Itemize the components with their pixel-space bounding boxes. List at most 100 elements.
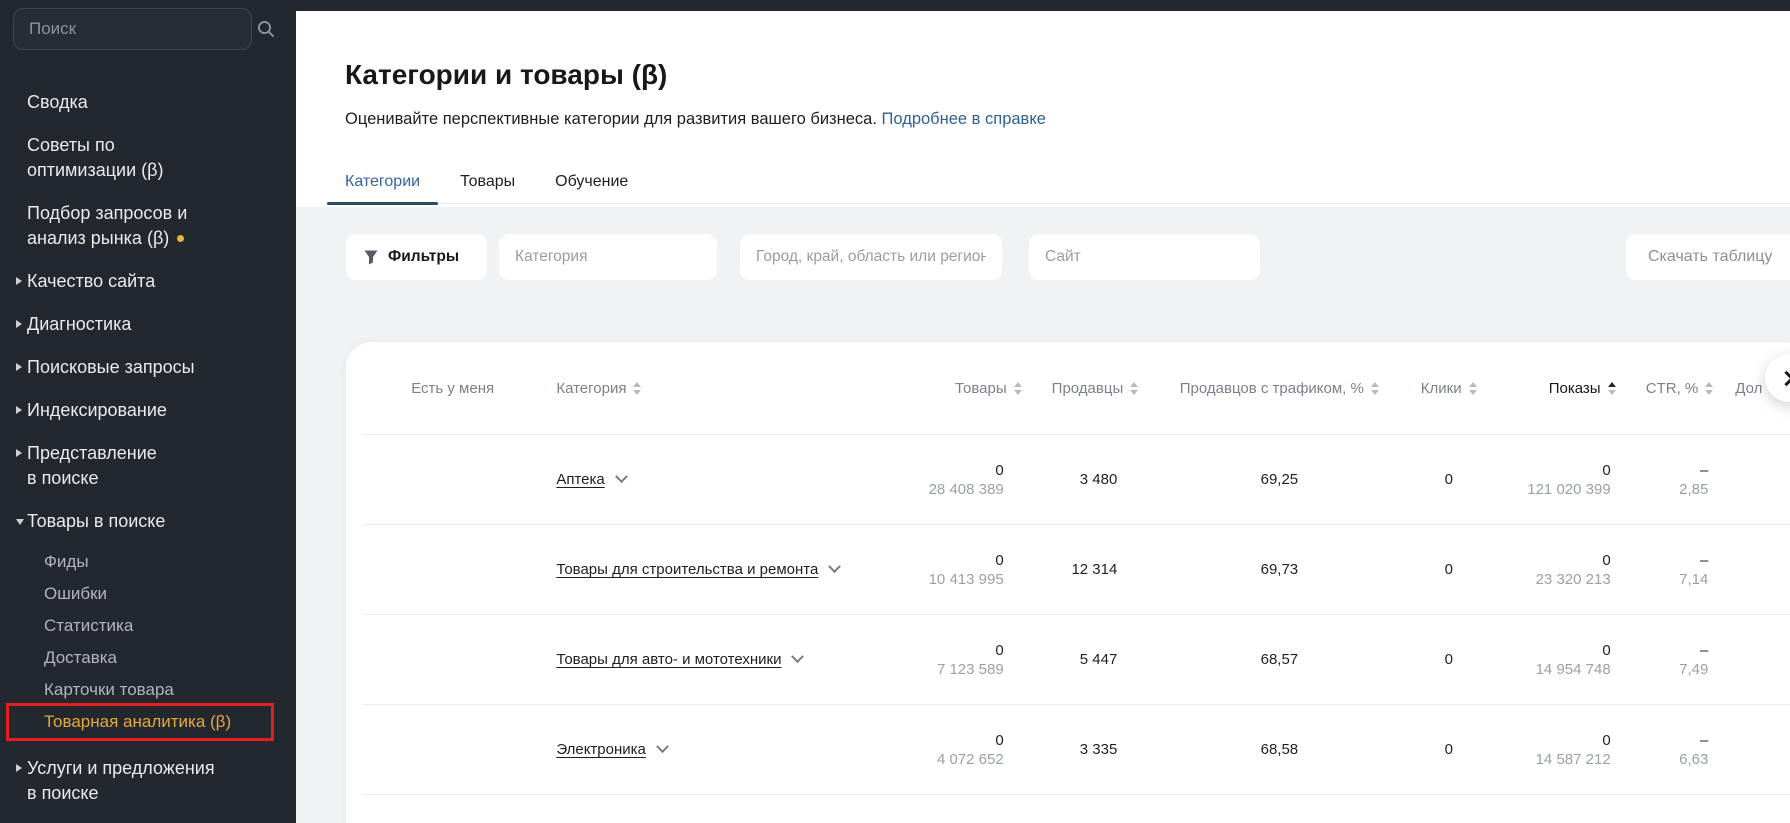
impressions-value-secondary: 14 587 212 (1536, 750, 1611, 769)
sidebar-item[interactable]: Поисковые запросы (0, 355, 296, 380)
sort-down-icon (1469, 390, 1477, 395)
column-header: Товары (888, 342, 1028, 434)
chevron-collapsed-icon[interactable] (16, 406, 22, 414)
sidebar-item-label: Сводка (27, 92, 88, 112)
cell-ctr: –2,85 (1621, 435, 1721, 524)
sort-icon[interactable] (633, 382, 641, 395)
column-header-label: Клики (1421, 380, 1462, 397)
category-link[interactable]: Товары для строительства и ремонта (556, 561, 818, 578)
chevron-down-icon[interactable] (828, 560, 841, 573)
sort-up-icon (633, 382, 641, 387)
sort-icon[interactable] (1014, 382, 1022, 395)
chevron-down-icon[interactable] (615, 470, 628, 483)
sidebar-item[interactable]: Представление в поиске (0, 441, 296, 491)
sort-icon[interactable] (1608, 382, 1616, 395)
sidebar-item-label: Фиды (44, 552, 89, 571)
sidebar-item[interactable]: Статистика (0, 610, 296, 642)
sidebar-item[interactable]: Фиды (0, 546, 296, 578)
app-window: Сводка Советы по оптимизации (β) Подбор за… (0, 0, 1790, 823)
cell-sellers-with-traffic: 68,57 (1157, 615, 1401, 704)
download-table-button[interactable]: Скачать таблицу (1626, 234, 1790, 280)
impressions-value: 023 320 213 (1536, 551, 1611, 589)
chevron-collapsed-icon[interactable] (16, 277, 22, 285)
tab-bar: КатегорииТоварыОбучение (327, 160, 1790, 204)
filters-button[interactable]: Фильтры (346, 234, 487, 280)
column-header: Продавцов с трафиком, % (1157, 342, 1401, 434)
column-header: Показы (1496, 342, 1621, 434)
search-input[interactable] (14, 19, 256, 39)
cell-ctr: –7,49 (1621, 615, 1721, 704)
column-header: Категория (542, 342, 888, 434)
chevron-down-icon[interactable] (656, 740, 669, 753)
chevron-expanded-icon[interactable] (16, 519, 24, 525)
sort-down-icon (1705, 390, 1713, 395)
impressions-value-primary: 0 (1602, 461, 1610, 480)
sidebar-item[interactable]: Диагностика (0, 312, 296, 337)
products-value: 04 072 652 (937, 731, 1004, 769)
sort-icon[interactable] (1130, 382, 1138, 395)
clicks-value: 0 (1445, 741, 1453, 758)
cell-impressions: 014 954 748 (1496, 615, 1621, 704)
sort-up-icon (1608, 382, 1616, 387)
sidebar-item[interactable]: Ошибки (0, 578, 296, 610)
tab-education[interactable]: Обучение (537, 160, 646, 203)
column-header-label: Есть у меня (411, 380, 494, 397)
chevron-collapsed-icon[interactable] (16, 764, 22, 772)
category-link[interactable]: Аптека (556, 471, 604, 488)
cell-products: 028 408 389 (888, 435, 1028, 524)
help-link[interactable]: Подробнее в справке (882, 110, 1046, 128)
sidebar-item[interactable]: Доставка (0, 642, 296, 674)
table-row: Электроника04 072 6523 33568,580014 587 … (363, 705, 1790, 795)
products-value-primary: 0 (995, 641, 1003, 660)
chevron-collapsed-icon[interactable] (16, 363, 22, 371)
column-header-label: Дол (1735, 380, 1762, 397)
sort-icon[interactable] (1705, 382, 1713, 395)
category-link[interactable]: Электроника (556, 741, 646, 758)
cell-sellers-with-traffic: 69,73 (1157, 525, 1401, 614)
clicks-value: 0 (1445, 651, 1453, 668)
category-filter-input[interactable] (499, 234, 717, 280)
sellers-value: 3 480 (1080, 471, 1118, 488)
sidebar-item-label: Статистика (44, 616, 133, 635)
search-icon (256, 19, 276, 39)
sidebar-item[interactable]: Советы по оптимизации (β) (0, 133, 296, 183)
site-filter-input[interactable] (1029, 234, 1260, 280)
table-body: Аптека028 408 3893 48069,2500121 020 399… (363, 435, 1790, 795)
sidebar-item[interactable]: Услуги и предложения в поиске (0, 756, 296, 806)
region-filter-input[interactable] (740, 234, 1002, 280)
sort-icon[interactable] (1469, 382, 1477, 395)
sidebar-item-label: Индексирование (27, 400, 167, 420)
sidebar-item[interactable]: Индексирование (0, 398, 296, 423)
chevron-collapsed-icon[interactable] (16, 320, 22, 328)
sidebar-item-label: Доставка (44, 648, 117, 667)
impressions-value-primary: 0 (1602, 731, 1610, 750)
sidebar-item-label: Диагностика (27, 314, 131, 334)
sort-up-icon (1705, 382, 1713, 387)
chevron-down-icon[interactable] (792, 650, 805, 663)
products-value: 07 123 589 (937, 641, 1004, 679)
tab-products[interactable]: Товары (442, 160, 533, 203)
cell-category: Аптека (542, 435, 888, 524)
sidebar-item[interactable]: Качество сайта (0, 269, 296, 294)
sidebar-item[interactable]: Карточки товара (0, 674, 296, 706)
sellers-with-traffic-value: 69,73 (1261, 561, 1299, 578)
sort-icon[interactable] (1371, 382, 1379, 395)
chevron-collapsed-icon[interactable] (16, 449, 22, 457)
sidebar-item-label: Карточки товара (44, 680, 174, 699)
sidebar-item[interactable]: Сводка (0, 90, 296, 115)
cell-have (363, 435, 542, 524)
sort-down-icon (633, 390, 641, 395)
sellers-value: 3 335 (1080, 741, 1118, 758)
sidebar-item[interactable]: Подбор запросов и анализ рынка (β) (0, 201, 296, 251)
notification-dot (177, 235, 184, 242)
tab-categories[interactable]: Категории (327, 160, 438, 203)
sidebar-item[interactable]: Товарная аналитика (β) (0, 706, 296, 738)
sidebar-item[interactable]: Товары в поиске (0, 509, 296, 534)
category-link[interactable]: Товары для авто- и мототехники (556, 651, 781, 668)
sidebar-search[interactable] (13, 8, 252, 50)
sidebar-item-label: Услуги и предложения в поиске (27, 758, 215, 803)
impressions-value-primary: 0 (1602, 551, 1610, 570)
impressions-value: 014 954 748 (1536, 641, 1611, 679)
ctr-value-primary: – (1700, 551, 1708, 570)
sidebar-nav: Сводка Советы по оптимизации (β) Подбор за… (0, 90, 296, 806)
